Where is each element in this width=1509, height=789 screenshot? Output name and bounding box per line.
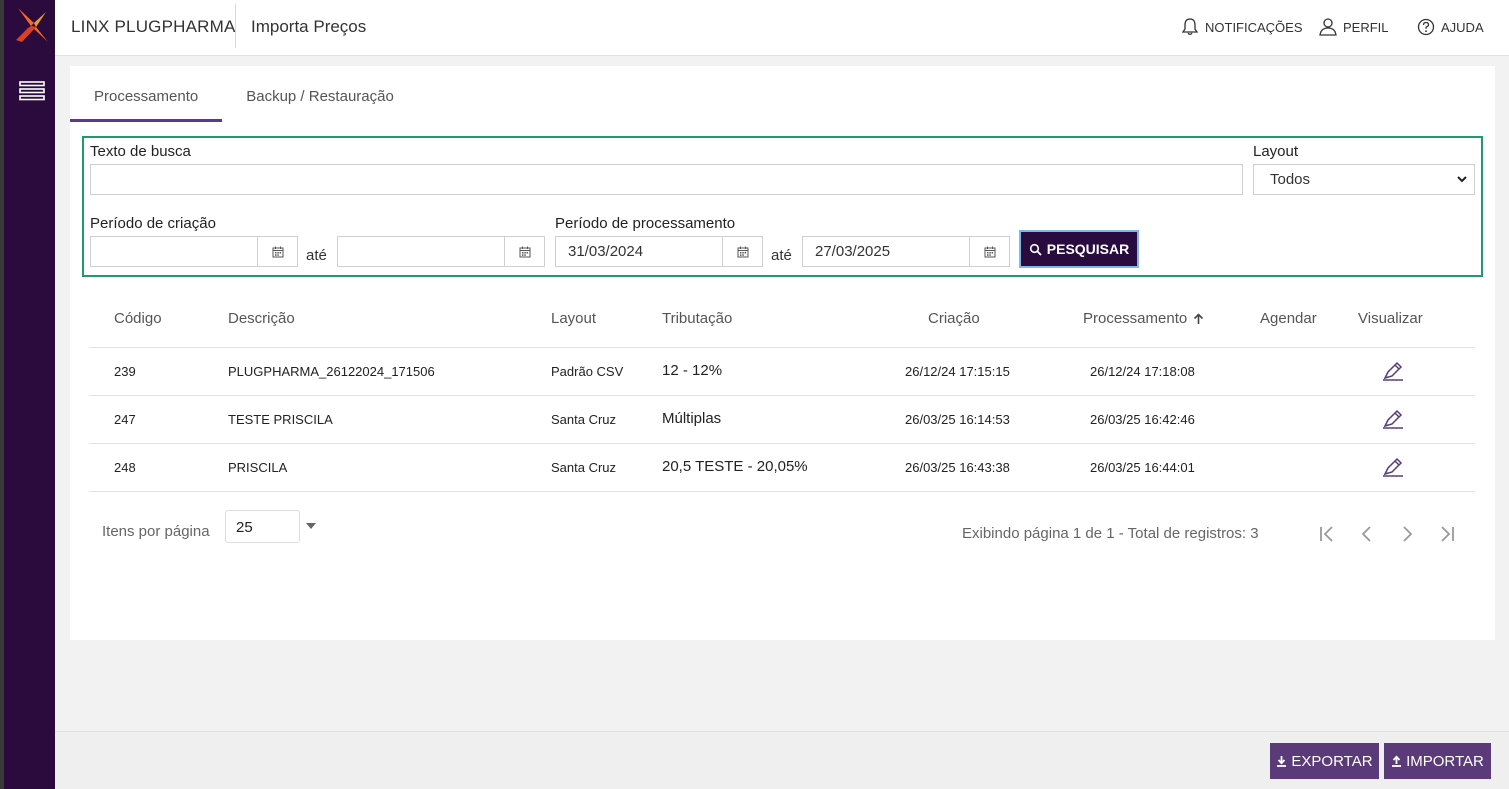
sidebar [0, 0, 55, 789]
row3-processamento: 26/03/25 16:44:01 [1090, 460, 1195, 475]
layout-label: Layout [1253, 143, 1299, 160]
row1-descricao: PLUGPHARMA_26122024_171506 [228, 364, 435, 379]
creation-from-calendar-button[interactable] [257, 237, 297, 266]
filter-panel: Texto de busca Layout Todos Período de c… [82, 136, 1483, 277]
row-divider [89, 395, 1475, 396]
col-header-agendar[interactable]: Agendar [1260, 310, 1317, 327]
processing-from-value: 31/03/2024 [568, 243, 644, 260]
row1-codigo: 239 [114, 364, 136, 379]
row2-criacao: 26/03/25 16:14:53 [905, 412, 1010, 427]
row2-descricao: TESTE PRISCILA [228, 412, 333, 427]
linx-logo-icon [16, 8, 48, 42]
col-header-processamento[interactable]: Processamento [1083, 310, 1204, 327]
calendar-icon [737, 246, 748, 257]
processing-to-value: 27/03/2025 [815, 243, 891, 260]
edit-icon[interactable] [1381, 407, 1405, 431]
search-button-label: PESQUISAR [1046, 241, 1130, 257]
user-icon [1319, 18, 1337, 36]
chevron-down-icon [1457, 176, 1467, 183]
calendar-icon [984, 246, 995, 257]
search-button[interactable]: PESQUISAR [1019, 230, 1139, 268]
help-label: AJUDA [1441, 19, 1484, 35]
profile-label: PERFIL [1343, 19, 1389, 35]
row3-descricao: PRISCILA [228, 460, 288, 475]
row1-processamento: 26/12/24 17:18:08 [1090, 364, 1195, 379]
header-divider [235, 4, 236, 48]
search-icon [1029, 243, 1042, 256]
help-button[interactable]: AJUDA [1416, 17, 1484, 37]
tab-backup-restauracao[interactable]: Backup / Restauração [222, 76, 418, 122]
processing-between-label: até [771, 247, 792, 264]
creation-period-label: Período de criação [90, 215, 216, 232]
edit-icon[interactable] [1381, 455, 1405, 479]
layout-selected-value: Todos [1270, 171, 1311, 188]
row3-tributacao: 20,5 TESTE - 20,05% [662, 458, 808, 475]
search-text-label: Texto de busca [90, 143, 191, 160]
next-page-icon[interactable] [1396, 523, 1418, 545]
col-header-processamento-label: Processamento [1083, 310, 1188, 327]
items-per-page-label: Itens por página [102, 523, 210, 540]
row3-criacao: 26/03/25 16:43:38 [905, 460, 1010, 475]
col-header-criacao[interactable]: Criação [928, 310, 980, 327]
search-input[interactable] [90, 164, 1243, 195]
pagination-info: Exibindo página 1 de 1 - Total de regist… [962, 525, 1259, 542]
download-icon [1277, 756, 1287, 767]
creation-to-calendar-button[interactable] [504, 237, 544, 266]
notifications-button[interactable]: NOTIFICAÇÕES [1180, 17, 1303, 37]
export-button[interactable]: EXPORTAR [1270, 743, 1379, 779]
creation-from-value [91, 237, 257, 266]
processing-from-calendar-button[interactable] [722, 237, 762, 266]
col-header-tributacao[interactable]: Tributação [662, 310, 732, 327]
row-divider [89, 443, 1475, 444]
creation-from-field[interactable] [90, 236, 298, 267]
layout-select[interactable]: Todos [1253, 164, 1475, 195]
processing-to-field[interactable]: 27/03/2025 [802, 236, 1010, 267]
row3-codigo: 248 [114, 460, 136, 475]
bell-icon [1181, 18, 1199, 36]
col-header-visualizar[interactable]: Visualizar [1358, 310, 1423, 327]
export-label: EXPORTAR [1291, 752, 1373, 770]
col-header-codigo[interactable]: Código [114, 310, 162, 327]
tab-bar: Processamento Backup / Restauração [70, 76, 418, 122]
creation-to-field[interactable] [337, 236, 545, 267]
processing-to-calendar-button[interactable] [969, 237, 1009, 266]
caret-down-icon[interactable] [306, 523, 316, 529]
row2-tributacao: Múltiplas [662, 410, 722, 427]
row3-layout: Santa Cruz [551, 460, 617, 475]
edit-icon[interactable] [1381, 359, 1405, 383]
row2-codigo: 247 [114, 412, 136, 427]
upload-icon [1392, 755, 1402, 767]
menu-icon[interactable] [19, 80, 45, 102]
last-page-icon[interactable] [1436, 523, 1458, 545]
brand-name: LINX PLUGPHARMA [71, 17, 236, 36]
row1-tributacao: 12 - 12% [662, 362, 723, 379]
processing-period-label: Período de processamento [555, 215, 736, 232]
calendar-icon [272, 246, 283, 257]
items-per-page-select[interactable]: 25 [225, 510, 300, 543]
row2-layout: Santa Cruz [551, 412, 617, 427]
previous-page-icon[interactable] [1356, 523, 1378, 545]
row2-processamento: 26/03/25 16:42:46 [1090, 412, 1195, 427]
col-header-layout[interactable]: Layout [551, 310, 596, 327]
row-divider [89, 491, 1475, 492]
import-button[interactable]: IMPORTAR [1384, 743, 1491, 779]
header-divider-line [89, 347, 1475, 348]
profile-button[interactable]: PERFIL [1318, 17, 1389, 37]
notifications-label: NOTIFICAÇÕES [1205, 19, 1303, 35]
main-content: Processamento Backup / Restauração Texto… [70, 66, 1495, 640]
first-page-icon[interactable] [1316, 523, 1338, 545]
creation-to-value [338, 237, 504, 266]
row1-criacao: 26/12/24 17:15:15 [905, 364, 1010, 379]
col-header-descricao[interactable]: Descrição [228, 310, 295, 327]
help-icon [1417, 18, 1435, 36]
sort-ascending-icon [1194, 312, 1204, 324]
top-bar: LINX PLUGPHARMA Importa Preços NOTIFICAÇ… [55, 0, 1509, 56]
page-title: Importa Preços [251, 17, 367, 36]
import-label: IMPORTAR [1406, 752, 1484, 770]
calendar-icon [519, 246, 530, 257]
tab-processamento[interactable]: Processamento [70, 76, 223, 122]
creation-between-label: até [306, 247, 327, 264]
processing-from-field[interactable]: 31/03/2024 [555, 236, 763, 267]
row1-layout: Padrão CSV [551, 364, 624, 379]
